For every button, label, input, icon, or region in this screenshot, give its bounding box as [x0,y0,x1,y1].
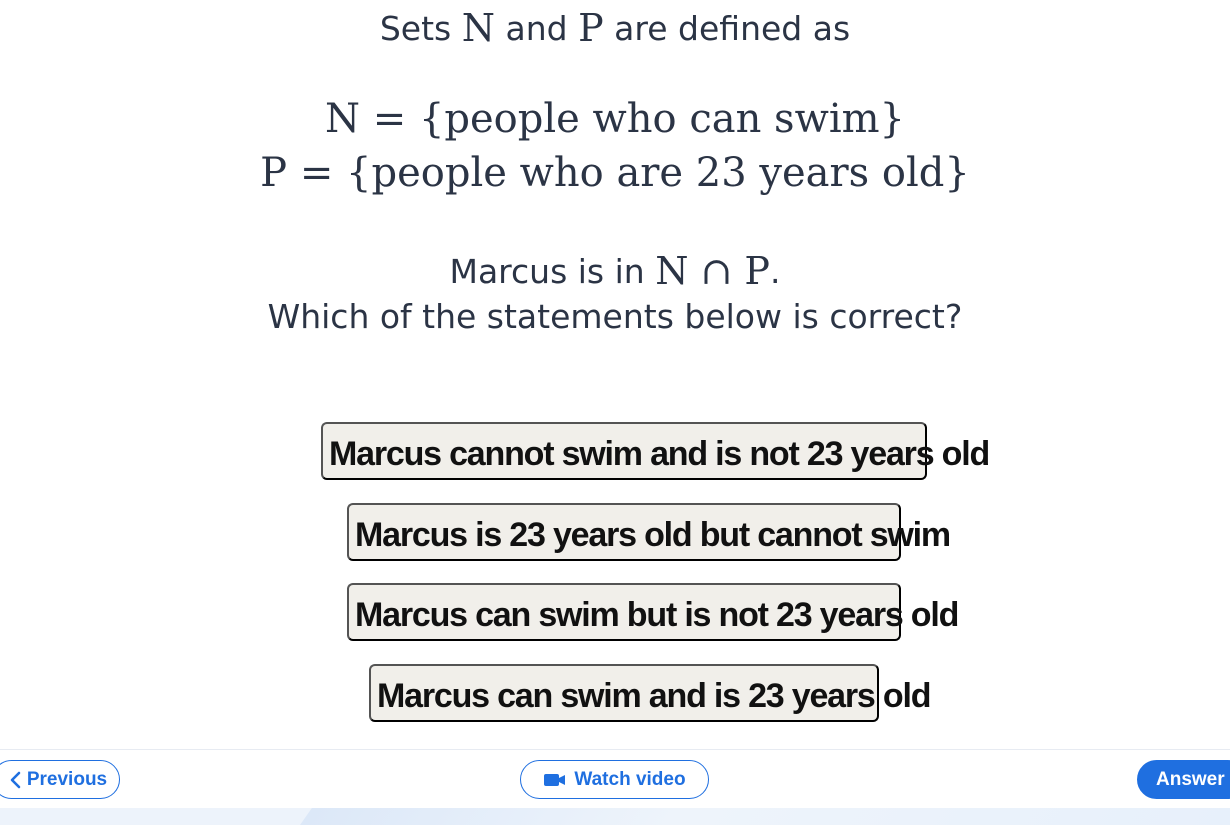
question-intro: Sets N and P are defined as [0,6,1230,50]
watch-video-button[interactable]: Watch video [520,760,709,799]
intersection-expression: N ∩ P [655,249,771,293]
chevron-left-icon [10,771,21,788]
set-n-definition: N = {people who can swim} [0,96,1230,142]
membership-suffix: . [770,252,781,291]
previous-label: Previous [26,768,108,790]
bottom-background-band [0,808,1230,825]
watch-video-label: Watch video [574,768,686,790]
answer-label: Answer [1156,768,1225,790]
set-p-symbol: P [578,6,604,50]
membership-statement: Marcus is in N ∩ P. [0,249,1230,293]
set-p-definition: P = {people who are 23 years old} [0,150,1230,196]
set-n-content: {people who can swim} [418,96,905,142]
set-n-symbol: N [461,6,495,50]
set-n-equals: = [372,96,407,142]
quiz-page: Sets N and P are defined as N = {people … [0,0,1230,825]
set-p-label: P [260,150,288,196]
intro-middle: and [505,9,568,48]
bottom-background-shape [300,808,1230,825]
intro-suffix: are defined as [614,9,851,48]
video-camera-icon [544,773,566,786]
set-n-label: N [324,96,360,142]
previous-button[interactable]: Previous [0,760,120,799]
membership-prefix: Marcus is in [449,252,645,291]
option-button-4[interactable]: Marcus can swim and is 23 years old [369,664,931,722]
intro-prefix: Sets [379,9,452,48]
set-p-content: {people who are 23 years old} [346,150,970,196]
question-prompt: Which of the statements below is correct… [267,297,963,336]
footer-divider [0,749,1230,750]
option-button-2[interactable]: Marcus is 23 years old but cannot swim [347,503,951,561]
answer-button[interactable]: Answer [1137,760,1230,799]
set-p-equals: = [299,150,334,196]
option-button-1[interactable]: Marcus cannot swim and is not 23 years o… [321,422,990,480]
option-button-3[interactable]: Marcus can swim but is not 23 years old [347,583,959,641]
